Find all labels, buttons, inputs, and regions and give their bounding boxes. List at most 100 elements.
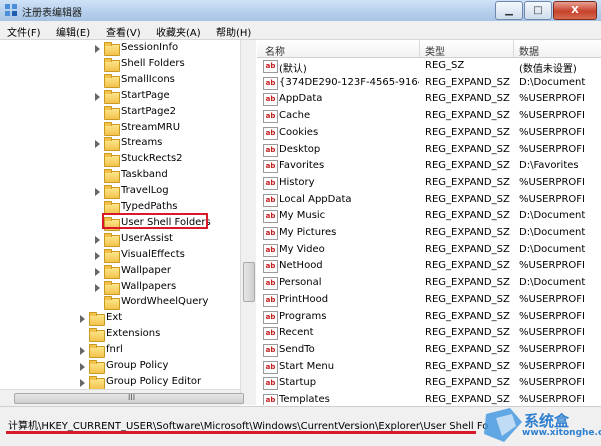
string-value-icon: ab [263,210,278,224]
tree-item[interactable]: Group Policy [0,359,240,375]
title-bar: 注册表编辑器 ▁ □ X [0,0,601,22]
tree-item-label: WordWheelQuery [121,296,209,308]
list-row[interactable]: ab Templates REG_EXPAND_SZ %USERPROFI [257,392,601,405]
expand-arrow-icon[interactable] [80,315,85,324]
tree-item-label: Group Policy [106,360,169,371]
string-value-icon: ab [263,60,278,73]
menu-favorites[interactable]: 收藏夹(A) [156,24,201,39]
value-type: REG_EXPAND_SZ [425,210,510,222]
tree-item[interactable]: Shell Folders [0,57,240,73]
value-type: REG_EXPAND_SZ [425,243,510,255]
value-name: Desktop [279,143,321,155]
expand-arrow-icon[interactable] [80,378,85,387]
menu-view[interactable]: 查看(V) [106,24,141,39]
value-data: %USERPROFI [519,394,585,405]
tree-item[interactable]: UserAssist [0,232,240,248]
list-row[interactable]: ab Personal REG_EXPAND_SZ D:\Document [257,275,601,291]
value-name: Favorites [279,160,325,172]
folder-icon [104,121,120,136]
value-type: REG_EXPAND_SZ [425,227,510,238]
string-value-icon: ab [263,327,278,341]
list-row[interactable]: ab Cache REG_EXPAND_SZ %USERPROFI [257,108,601,124]
string-value-icon: ab [263,343,278,357]
menu-help[interactable]: 帮助(H) [216,24,251,39]
expand-arrow-icon[interactable] [95,188,100,197]
list-row[interactable]: ab{374DE290-123F-4565-9164-... REG_EXPAND… [257,75,601,91]
list-row[interactable]: ab My Music REG_EXPAND_SZ D:\Document [257,208,601,224]
column-name[interactable]: 名称 [265,43,285,58]
tree-item-label: TypedPaths [121,201,178,212]
tree-item[interactable]: Taskband [0,168,240,184]
tree-item[interactable]: StartPage [0,89,240,105]
value-name: {374DE290-123F-4565-9164-... [279,76,419,88]
string-value-icon: ab [263,176,278,190]
expand-arrow-icon[interactable] [80,363,85,371]
tree-item[interactable]: Streams [0,136,240,152]
expand-arrow-icon[interactable] [95,92,100,101]
tree-vertical-scrollbar[interactable] [240,40,256,405]
tree-vscroll-thumb[interactable] [243,262,255,302]
string-value-icon: ab [263,193,278,207]
tree-item[interactable]: VisualEffects [0,248,240,264]
menu-file[interactable]: 文件(F) [7,24,41,39]
expand-arrow-icon[interactable] [80,347,85,356]
value-type: REG_EXPAND_SZ [425,76,510,88]
list-row[interactable]: ab Programs REG_EXPAND_SZ %USERPROFI [257,309,601,325]
value-data: %USERPROFI [519,377,585,389]
expand-arrow-icon[interactable] [95,140,100,149]
value-name: (默认) [279,64,307,75]
list-row[interactable]: ab My Pictures REG_EXPAND_SZ D:\Document [257,225,601,241]
folder-icon [104,153,120,168]
tree-item[interactable]: Wallpaper [0,264,240,280]
tree-horizontal-scrollbar[interactable]: III [0,389,244,406]
tree-item-label: Extensions [106,328,161,340]
list-row[interactable]: ab Start Menu REG_EXPAND_SZ %USERPROFI [257,359,601,375]
list-row[interactable]: ab Startup REG_EXPAND_SZ %USERPROFI [257,375,601,391]
tree-item-label: Wallpapers [121,280,177,292]
value-type: REG_EXPAND_SZ [425,277,510,289]
tree-item[interactable]: StuckRects2 [0,152,240,168]
tree-item[interactable]: Extensions [0,327,240,343]
values-list[interactable]: 名称 类型 数据 ab (默认) REG_SZ (数值未设置) ab {374DE290-… [257,40,601,405]
tree-item[interactable]: Wallpapers [0,280,240,296]
list-row[interactable]: ab Local AppData REG_EXPAND_SZ %USERPROFI [257,192,601,208]
tree-item-label: Streams [121,137,163,149]
list-row[interactable]: ab AppData REG_EXPAND_SZ %USERPROFI [257,91,601,107]
expand-arrow-icon[interactable] [95,267,100,276]
list-row[interactable]: ab NetHood REG_EXPAND_SZ %USERPROFI [257,258,601,274]
folder-icon [104,248,120,263]
tree-item[interactable]: TravelLog [0,184,240,200]
expand-arrow-icon[interactable] [95,235,100,244]
tree-item-label: Taskband [121,169,168,181]
tree-item[interactable]: fnrl [0,343,240,359]
list-row[interactable]: ab SendTo REG_EXPAND_SZ %USERPROFI [257,342,601,358]
column-data[interactable]: 数据 [519,43,539,58]
tree-item[interactable]: SessionInfo [0,41,240,57]
menu-edit[interactable]: 编辑(E) [56,24,90,39]
list-row[interactable]: ab Desktop REG_EXPAND_SZ %USERPROFI [257,142,601,158]
minimize-button[interactable]: ▁ [495,1,523,20]
column-type[interactable]: 类型 [425,43,445,58]
tree-item[interactable]: SmallIcons [0,73,240,89]
list-row[interactable]: ab PrintHood REG_EXPAND_SZ %USERPROFI [257,292,601,308]
expand-arrow-icon[interactable] [95,45,100,53]
menu-bar: 文件(F) 编辑(E) 查看(V) 收藏夹(A) 帮助(H) [0,21,601,40]
close-button[interactable]: X [553,1,597,20]
maximize-button[interactable]: □ [524,1,552,20]
expand-arrow-icon[interactable] [95,251,100,260]
list-row[interactable]: ab My Video REG_EXPAND_SZ D:\Document [257,242,601,258]
value-type: REG_EXPAND_SZ [425,260,510,272]
tree-item[interactable]: WordWheelQuery [0,295,240,311]
value-type: REG_EXPAND_SZ [425,143,510,155]
list-row[interactable]: ab History REG_EXPAND_SZ %USERPROFI [257,175,601,191]
value-type: REG_EXPAND_SZ [425,377,510,389]
tree-item[interactable]: Ext [0,311,240,327]
value-data: %USERPROFI [519,260,585,272]
list-row[interactable]: ab Cookies REG_EXPAND_SZ %USERPROFI [257,125,601,141]
list-row[interactable]: ab Recent REG_EXPAND_SZ %USERPROFI [257,325,601,341]
list-row[interactable]: ab Favorites REG_EXPAND_SZ D:\Favorites [257,158,601,174]
tree-item[interactable]: StartPage2 [0,105,240,121]
list-row[interactable]: ab (默认) REG_SZ (数值未设置) [257,58,601,75]
tree-item[interactable]: StreamMRU [0,121,240,137]
expand-arrow-icon[interactable] [95,283,100,292]
